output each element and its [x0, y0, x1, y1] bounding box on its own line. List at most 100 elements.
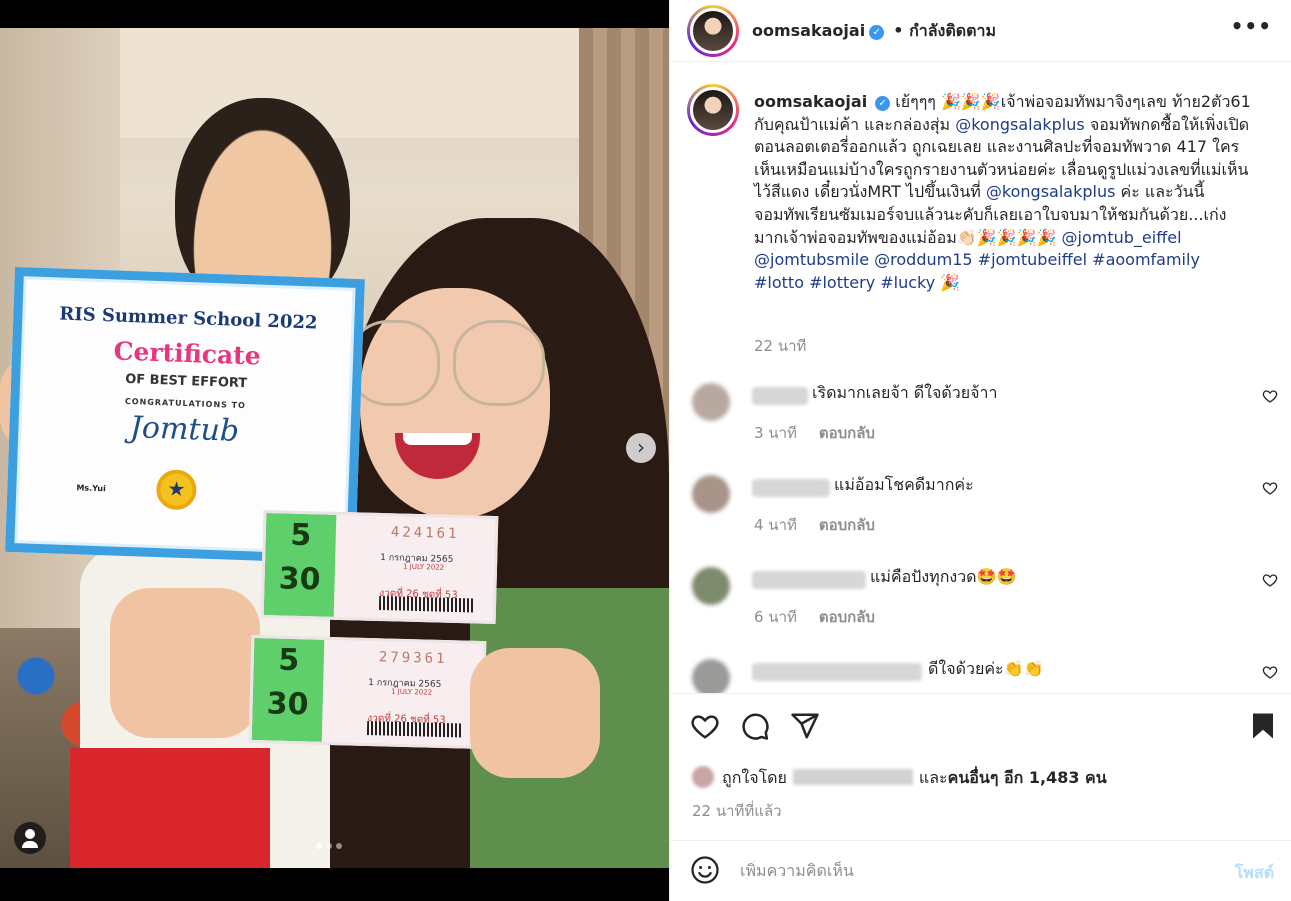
- comment-like-icon[interactable]: [1262, 480, 1278, 496]
- hashtag-link[interactable]: #jomtubeiffel: [978, 250, 1087, 269]
- author-line: oomsakaojai ✓ • กำลังติดตาม: [752, 19, 996, 44]
- certificate-title: RIS Summer School 2022: [58, 303, 318, 334]
- author-avatar[interactable]: [687, 5, 739, 57]
- certificate-recipient: Jomtub: [129, 410, 240, 449]
- comment-meta: 3 นาที ตอบกลับ: [754, 421, 875, 445]
- ticket-barcode: [366, 721, 463, 738]
- comment-time[interactable]: 6 นาที: [754, 608, 797, 626]
- likes-prefix: ถูกใจโดย: [722, 768, 787, 787]
- comment-text: แม่อ้อมโชคดีมากค่ะ: [834, 475, 974, 494]
- liker-username[interactable]: [792, 769, 913, 785]
- comment-meta: 4 นาที ตอบกลับ: [754, 513, 875, 537]
- comment-time[interactable]: 4 นาที: [754, 516, 797, 534]
- comments-scroll[interactable]: oomsakaojai ✓ เย้ๆๆๆ 🎉🎉🎉เจ้าพ่อจอมทัพมาจิ…: [670, 63, 1291, 693]
- verified-badge-icon: ✓: [875, 96, 891, 111]
- comment-like-icon[interactable]: [1262, 664, 1278, 680]
- ticket-prize-bottom: 30: [266, 686, 309, 723]
- post-comment-button[interactable]: โพสต์: [1235, 861, 1274, 886]
- caption-emoji: 👏🏻🎉🎉🎉🎉: [956, 227, 1057, 247]
- comment-item: เริดมากเลยจ้า ดีใจด้วยจ้าา 3 นาที ตอบกลับ: [670, 379, 1291, 459]
- verified-badge-icon: ✓: [869, 25, 885, 40]
- add-comment-input[interactable]: [740, 861, 1180, 880]
- hand-right: [470, 648, 600, 778]
- ticket-prize-panel: 5 30: [263, 513, 337, 617]
- woman-glasses: [348, 320, 548, 410]
- add-comment-bar: โพสต์: [670, 840, 1291, 901]
- ticket-prize-panel: 5 30: [251, 638, 325, 742]
- comment-text: เริดมากเลยจ้า ดีใจด้วยจ้าา: [812, 383, 998, 402]
- bookmark-saved-icon[interactable]: [1248, 711, 1278, 741]
- certificate-badge-icon: ★: [155, 469, 198, 511]
- tagged-users-icon[interactable]: [14, 822, 46, 854]
- carousel-dot: [336, 843, 342, 849]
- commenter-username[interactable]: [752, 663, 922, 681]
- post-actions: ถูกใจโดย และคนอื่นๆ อีก 1,483 คน 22 นาทีท…: [670, 693, 1291, 833]
- mention-link[interactable]: @kongsalakplus: [986, 182, 1116, 201]
- carousel-dot: [326, 843, 332, 849]
- mention-link[interactable]: @jomtubsmile: [754, 250, 869, 269]
- certificate-subheading: OF BEST EFFORT: [124, 371, 248, 392]
- likes-mid: และ: [918, 768, 948, 787]
- hashtag-link[interactable]: #lotto: [754, 273, 804, 292]
- caption-text: เย้ๆๆๆ: [895, 92, 936, 111]
- commenter-avatar[interactable]: [692, 659, 730, 693]
- comment-like-icon[interactable]: [1262, 388, 1278, 404]
- ticket-date-en: 1 JULY 2022: [390, 687, 433, 697]
- commenter-avatar[interactable]: [692, 475, 730, 513]
- reply-button[interactable]: ตอบกลับ: [819, 608, 875, 626]
- comment-meta: 6 นาที ตอบกลับ: [754, 605, 875, 629]
- reply-button[interactable]: ตอบกลับ: [819, 516, 875, 534]
- more-options-button[interactable]: •••: [1231, 14, 1272, 38]
- hand-holding-tickets: [110, 588, 260, 738]
- background-ceiling: [120, 28, 580, 138]
- reply-button[interactable]: ตอบกลับ: [819, 424, 875, 442]
- post-header: oomsakaojai ✓ • กำลังติดตาม •••: [670, 0, 1291, 62]
- post-timestamp[interactable]: 22 นาทีที่แล้ว: [692, 799, 782, 823]
- ticket-barcode: [378, 596, 475, 613]
- commenter-avatar[interactable]: [692, 567, 730, 605]
- following-status[interactable]: • กำลังติดตาม: [893, 21, 996, 40]
- commenter-avatar[interactable]: [692, 383, 730, 421]
- commenter-username[interactable]: [752, 387, 808, 405]
- certificate-signature: Ms.Yui: [76, 483, 106, 494]
- confetti-emoji: 🎉🎉🎉: [940, 92, 1001, 111]
- comment-text: ดีใจด้วยค่ะ👏👏: [928, 659, 1044, 678]
- like-heart-icon[interactable]: [690, 711, 720, 741]
- comment-bubble-icon[interactable]: [740, 711, 770, 741]
- emoji-icon[interactable]: [690, 855, 720, 885]
- carousel-dot-active: [316, 843, 322, 849]
- lottery-ticket-2: 5 30 279361 1 กรกฎาคม 2565 1 JULY 2022 ง…: [248, 634, 487, 750]
- caption-username[interactable]: oomsakaojai: [754, 92, 867, 111]
- comment-item: ดีใจด้วยค่ะ👏👏: [670, 655, 1291, 693]
- comment-item: แม่คือปังทุกงวด🤩🤩 6 นาที ตอบกลับ: [670, 563, 1291, 643]
- ticket-prize-top: 5: [289, 517, 312, 554]
- comment-text: แม่คือปังทุกงวด🤩🤩: [870, 567, 1017, 586]
- mention-link[interactable]: @roddum15: [874, 250, 972, 269]
- caption-timestamp[interactable]: 22 นาที: [754, 334, 806, 358]
- caption-avatar[interactable]: [687, 84, 739, 136]
- ticket-prize-bottom: 30: [278, 561, 321, 598]
- author-username[interactable]: oomsakaojai: [752, 21, 865, 40]
- likes-summary: ถูกใจโดย และคนอื่นๆ อีก 1,483 คน: [692, 766, 1107, 791]
- mention-link[interactable]: @kongsalakplus: [955, 115, 1085, 134]
- commenter-username[interactable]: [752, 479, 830, 497]
- lottery-ticket-1: 5 30 424161 1 กรกฎาคม 2565 1 JULY 2022 ง…: [260, 509, 499, 625]
- hashtag-link[interactable]: #lucky: [880, 273, 935, 292]
- share-send-icon[interactable]: [790, 711, 820, 741]
- next-photo-button[interactable]: ›: [626, 433, 656, 463]
- boy-pants: [70, 748, 270, 868]
- mention-link[interactable]: @jomtub_eiffel: [1062, 228, 1182, 247]
- commenter-username[interactable]: [752, 571, 866, 589]
- post-media: RIS Summer School 2022 Certificate OF BE…: [0, 0, 669, 901]
- likes-others-link[interactable]: คนอื่นๆ อีก 1,483 คน: [948, 768, 1107, 787]
- post-sidebar: oomsakaojai ✓ • กำลังติดตาม ••• oomsakaoj…: [669, 0, 1291, 901]
- liker-avatar[interactable]: [692, 766, 714, 788]
- comment-time[interactable]: 3 นาที: [754, 424, 797, 442]
- hashtag-link[interactable]: #aoomfamily: [1092, 250, 1200, 269]
- hashtag-link[interactable]: #lottery: [809, 273, 875, 292]
- ticket-number: 424161: [390, 524, 460, 543]
- post-photo[interactable]: RIS Summer School 2022 Certificate OF BE…: [0, 28, 669, 868]
- comment-like-icon[interactable]: [1262, 572, 1278, 588]
- caption-emoji: 🎉: [940, 272, 961, 292]
- carousel-dots: [316, 843, 342, 849]
